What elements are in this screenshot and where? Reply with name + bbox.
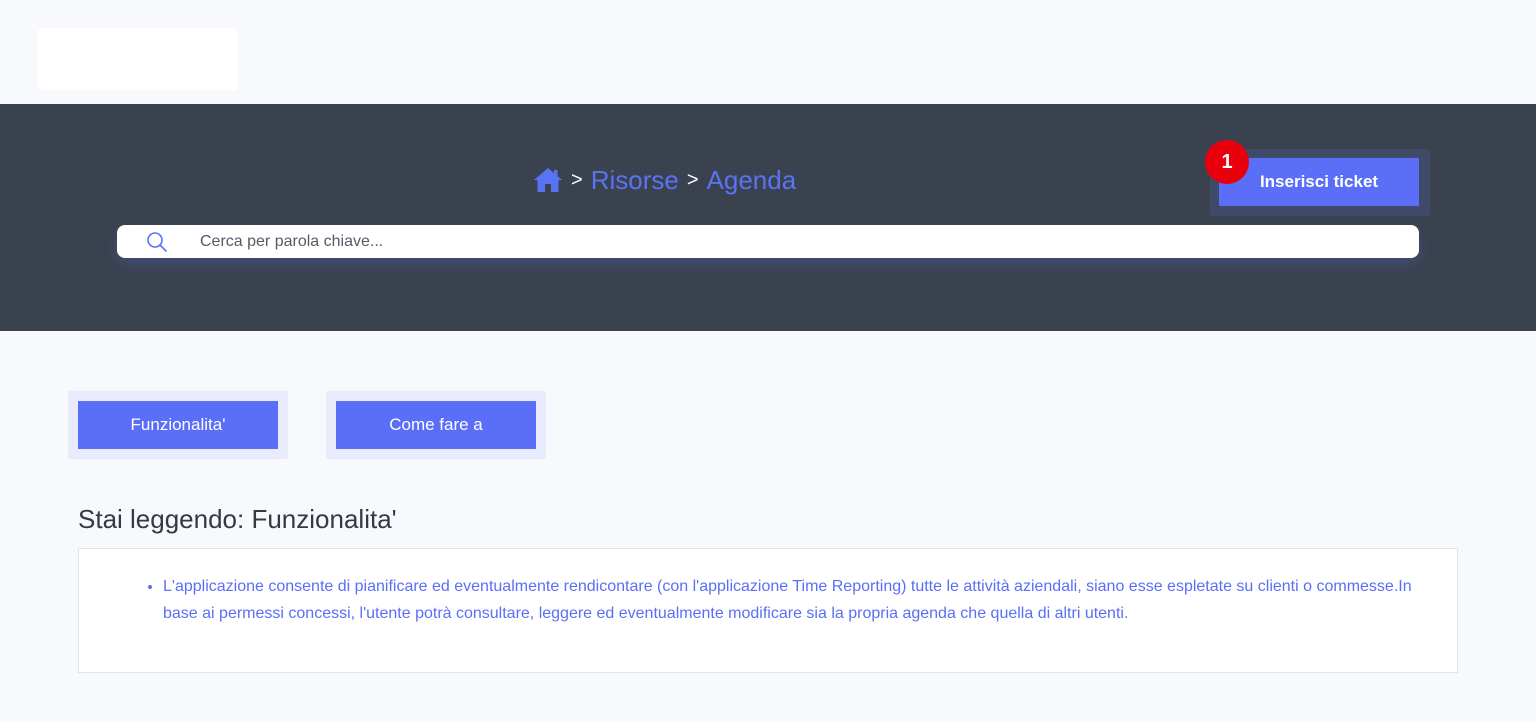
search-bar [117,225,1419,258]
tab-frame-come-fare-a: Come fare a [326,391,546,459]
breadcrumb-agenda[interactable]: Agenda [707,165,797,196]
notification-badge: 1 [1205,140,1249,184]
breadcrumb: > Risorse > Agenda [533,162,796,198]
logo[interactable] [38,28,238,90]
list-item: L'applicazione consente di pianificare e… [163,573,1423,627]
home-icon[interactable] [533,167,563,193]
tab-funzionalita[interactable]: Funzionalita' [78,401,278,449]
insert-ticket-button[interactable]: Inserisci ticket [1219,158,1419,206]
search-input[interactable] [198,226,1382,257]
search-icon [146,231,168,253]
breadcrumb-risorse[interactable]: Risorse [591,165,679,196]
reading-title: Stai leggendo: Funzionalita' [78,504,397,534]
breadcrumb-separator: > [686,168,699,191]
content-list: L'applicazione consente di pianificare e… [109,573,1423,627]
content-panel: L'applicazione consente di pianificare e… [78,548,1458,673]
top-bar [0,0,1536,104]
breadcrumb-separator: > [571,168,583,191]
tab-frame-funzionalita: Funzionalita' [68,391,288,459]
hero-header: > Risorse > Agenda Inserisci ticket [0,104,1536,331]
tab-come-fare-a[interactable]: Come fare a [336,401,536,449]
